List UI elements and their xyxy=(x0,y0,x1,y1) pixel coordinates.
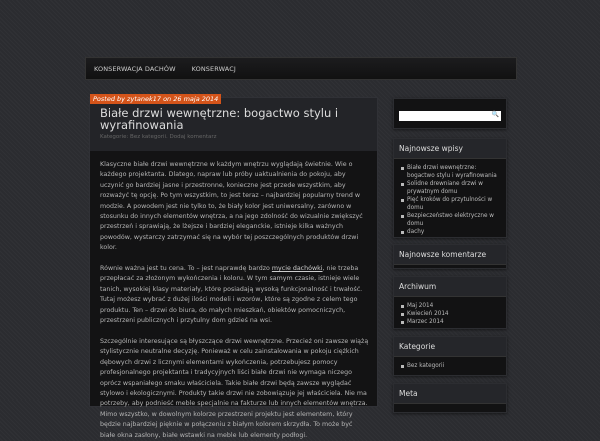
text: , nie trzeba przepłacać za złożonym wyko… xyxy=(100,265,363,325)
widget-title: Najnowsze wpisy xyxy=(394,139,506,159)
search-icon[interactable]: 🔍 xyxy=(492,111,499,118)
paragraph-2: Równie ważna jest tu cena. To – jest nap… xyxy=(100,264,369,326)
widget-title: Meta xyxy=(394,384,506,404)
widget-title: Archiwum xyxy=(394,277,506,297)
post-meta: Kategorie: Bez kategorii. Dodaj komentar… xyxy=(100,134,217,140)
posted-by-badge: Posted by zytanek17 on 26 maja 2014 xyxy=(90,94,222,104)
archive-link[interactable]: Marzec 2014 xyxy=(400,318,500,326)
archive-link[interactable]: Maj 2014 xyxy=(400,302,500,310)
recent-post-link[interactable]: dachy xyxy=(400,228,500,236)
search-input[interactable]: 🔍 xyxy=(399,111,501,121)
recent-post-link[interactable]: Pięć kroków do przytulności w domu xyxy=(400,196,500,212)
post-title[interactable]: Białe drzwi wewnętrzne: bogactwo stylu i… xyxy=(100,107,370,131)
main-nav: KONSERWACJA DACHÓW KONSERWACJ xyxy=(85,57,517,80)
archive-widget: Archiwum Maj 2014 Kwiecień 2014 Marzec 2… xyxy=(393,276,507,329)
widget-title: Najnowsze komentarze xyxy=(394,245,506,265)
recent-post-link[interactable]: Solidne drewniane drzwi w prywatnym domu xyxy=(400,180,500,196)
text: Równie ważna jest tu cena. To – jest nap… xyxy=(100,265,272,273)
recent-comments-widget: Najnowsze komentarze xyxy=(393,244,507,269)
search-widget: 🔍 xyxy=(393,98,507,129)
recent-post-link[interactable]: Bezpieczeństwo elektryczne w domu xyxy=(400,212,500,228)
paragraph-3: Szczególnie interesujące są błyszczące d… xyxy=(100,337,369,439)
archive-link[interactable]: Kwiecień 2014 xyxy=(400,310,500,318)
category-link[interactable]: Bez kategorii xyxy=(400,362,500,370)
post-article: Białe drzwi wewnętrzne: bogactwo stylu i… xyxy=(89,97,378,439)
recent-post-link[interactable]: Białe drzwi wewnętrzne: bogactwo stylu i… xyxy=(400,164,500,180)
post-content: Klasyczne białe drzwi wewnętrzne w każdy… xyxy=(90,151,377,441)
nav-item-konserwacj[interactable]: KONSERWACJ xyxy=(192,65,236,73)
paragraph-1: Klasyczne białe drzwi wewnętrzne w każdy… xyxy=(100,161,363,252)
categories-widget: Kategorie Bez kategorii xyxy=(393,336,507,376)
link-mycie-dachowki[interactable]: mycie dachówki xyxy=(272,265,323,272)
recent-posts-widget: Najnowsze wpisy Białe drzwi wewnętrzne: … xyxy=(393,138,507,238)
meta-widget: Meta xyxy=(393,383,507,413)
nav-item-konserwacja-dachow[interactable]: KONSERWACJA DACHÓW xyxy=(94,65,176,73)
widget-title: Kategorie xyxy=(394,337,506,357)
